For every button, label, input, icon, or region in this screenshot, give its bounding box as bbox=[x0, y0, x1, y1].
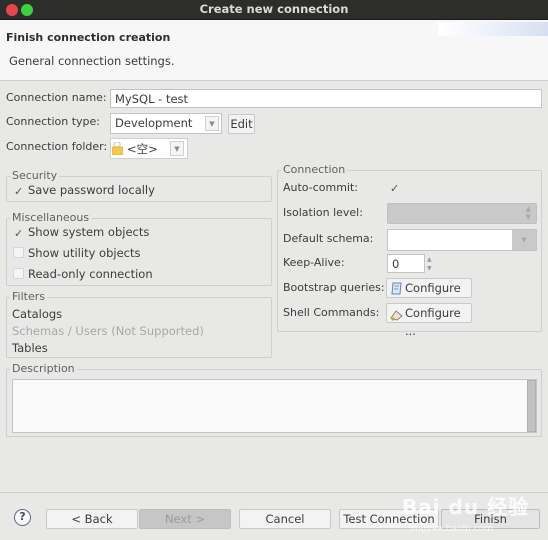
window-title: Create new connection bbox=[199, 2, 349, 16]
checkbox-empty-icon bbox=[13, 247, 24, 258]
shell-commands-configure-label: Configure ... bbox=[405, 306, 461, 338]
window-titlebar: Create new connection bbox=[0, 0, 548, 20]
read-only-connection-checkbox[interactable]: Read-only connection bbox=[13, 267, 153, 281]
chevron-down-icon: ▼ bbox=[205, 116, 219, 131]
show-system-objects-label: Show system objects bbox=[28, 225, 150, 239]
checkbox-empty-icon bbox=[13, 268, 24, 279]
back-button[interactable]: < Back bbox=[46, 509, 138, 529]
read-only-connection-label: Read-only connection bbox=[28, 267, 153, 281]
chevron-down-icon: ▼ bbox=[512, 230, 536, 250]
filter-catalogs-link[interactable]: Catalogs bbox=[12, 307, 62, 321]
connection-folder-select[interactable]: <空> ▼ bbox=[110, 138, 188, 159]
shell-commands-configure-button[interactable]: Configure ... bbox=[386, 303, 472, 338]
checkmark-icon: ✓ bbox=[14, 227, 24, 240]
checkmark-icon: ✓ bbox=[14, 185, 24, 198]
connection-group: Connection Auto-commit: ✓ Isolation leve… bbox=[277, 163, 542, 338]
keep-alive-spinner[interactable]: ▲ ▼ bbox=[427, 255, 432, 273]
connection-folder-label: Connection folder: bbox=[6, 140, 108, 153]
save-password-label: Save password locally bbox=[28, 183, 155, 197]
show-utility-objects-label: Show utility objects bbox=[28, 246, 141, 260]
wizard-page-description: General connection settings. bbox=[9, 54, 175, 68]
wizard-page-title: Finish connection creation bbox=[6, 31, 171, 44]
connection-group-title: Connection bbox=[281, 163, 348, 176]
filter-schemas-link: Schemas / Users (Not Supported) bbox=[12, 324, 204, 338]
next-button: Next > bbox=[139, 509, 231, 529]
connection-name-label: Connection name: bbox=[6, 91, 107, 104]
description-group: Description bbox=[6, 362, 542, 437]
help-icon[interactable]: ? bbox=[14, 509, 31, 526]
bootstrap-queries-label: Bootstrap queries: bbox=[283, 281, 385, 294]
show-system-objects-checkbox[interactable]: ✓ Show system objects bbox=[13, 225, 149, 239]
shell-command-icon bbox=[390, 308, 403, 321]
cancel-button[interactable]: Cancel bbox=[239, 509, 331, 529]
default-schema-label: Default schema: bbox=[283, 232, 374, 245]
bootstrap-configure-button[interactable]: Configure ... bbox=[386, 278, 472, 313]
miscellaneous-group-title: Miscellaneous bbox=[10, 211, 92, 224]
finish-button[interactable]: Finish bbox=[441, 509, 540, 529]
keep-alive-input[interactable] bbox=[387, 254, 425, 273]
connection-type-select[interactable]: Development ▼ bbox=[110, 113, 222, 134]
isolation-level-select[interactable]: ▲ ▼ bbox=[387, 203, 537, 224]
edit-connection-type-button[interactable]: Edit bbox=[228, 114, 255, 134]
header-banner-image bbox=[438, 22, 548, 36]
miscellaneous-group: Miscellaneous ✓ Show system objects Show … bbox=[6, 211, 272, 286]
keep-alive-label: Keep-Alive: bbox=[283, 256, 345, 269]
connection-type-value: Development bbox=[115, 116, 193, 130]
filter-tables-link[interactable]: Tables bbox=[12, 341, 48, 355]
filters-group-title: Filters bbox=[10, 290, 47, 303]
spinner-arrows-icon: ▲ ▼ bbox=[525, 205, 531, 221]
show-utility-objects-checkbox[interactable]: Show utility objects bbox=[13, 246, 140, 260]
auto-commit-label: Auto-commit: bbox=[283, 181, 358, 194]
security-group: Security ✓ Save password locally bbox=[6, 169, 272, 202]
security-group-title: Security bbox=[10, 169, 60, 182]
test-connection-button[interactable]: Test Connection ... bbox=[339, 509, 439, 529]
connection-name-input[interactable] bbox=[110, 89, 542, 108]
wizard-content: Connection name: Connection type: Develo… bbox=[0, 82, 548, 492]
description-group-title: Description bbox=[10, 362, 77, 375]
default-schema-select[interactable]: ▼ bbox=[387, 229, 537, 251]
save-password-checkbox[interactable]: ✓ Save password locally bbox=[13, 183, 155, 197]
description-textarea[interactable] bbox=[12, 379, 537, 433]
chevron-down-icon: ▼ bbox=[170, 141, 184, 156]
wizard-header: Finish connection creation General conne… bbox=[0, 20, 548, 81]
description-scrollbar[interactable] bbox=[527, 380, 536, 432]
folder-icon bbox=[111, 141, 124, 156]
isolation-level-label: Isolation level: bbox=[283, 206, 363, 219]
filters-group: Filters Catalogs Schemas / Users (Not Su… bbox=[6, 290, 272, 358]
script-icon bbox=[391, 282, 402, 295]
connection-folder-value: <空> bbox=[127, 142, 158, 156]
connection-type-label: Connection type: bbox=[6, 115, 101, 128]
shell-commands-label: Shell Commands: bbox=[283, 306, 380, 319]
wizard-footer: ? < Back Next > Cancel Test Connection .… bbox=[0, 493, 548, 540]
auto-commit-checkbox[interactable]: ✓ bbox=[389, 183, 400, 194]
